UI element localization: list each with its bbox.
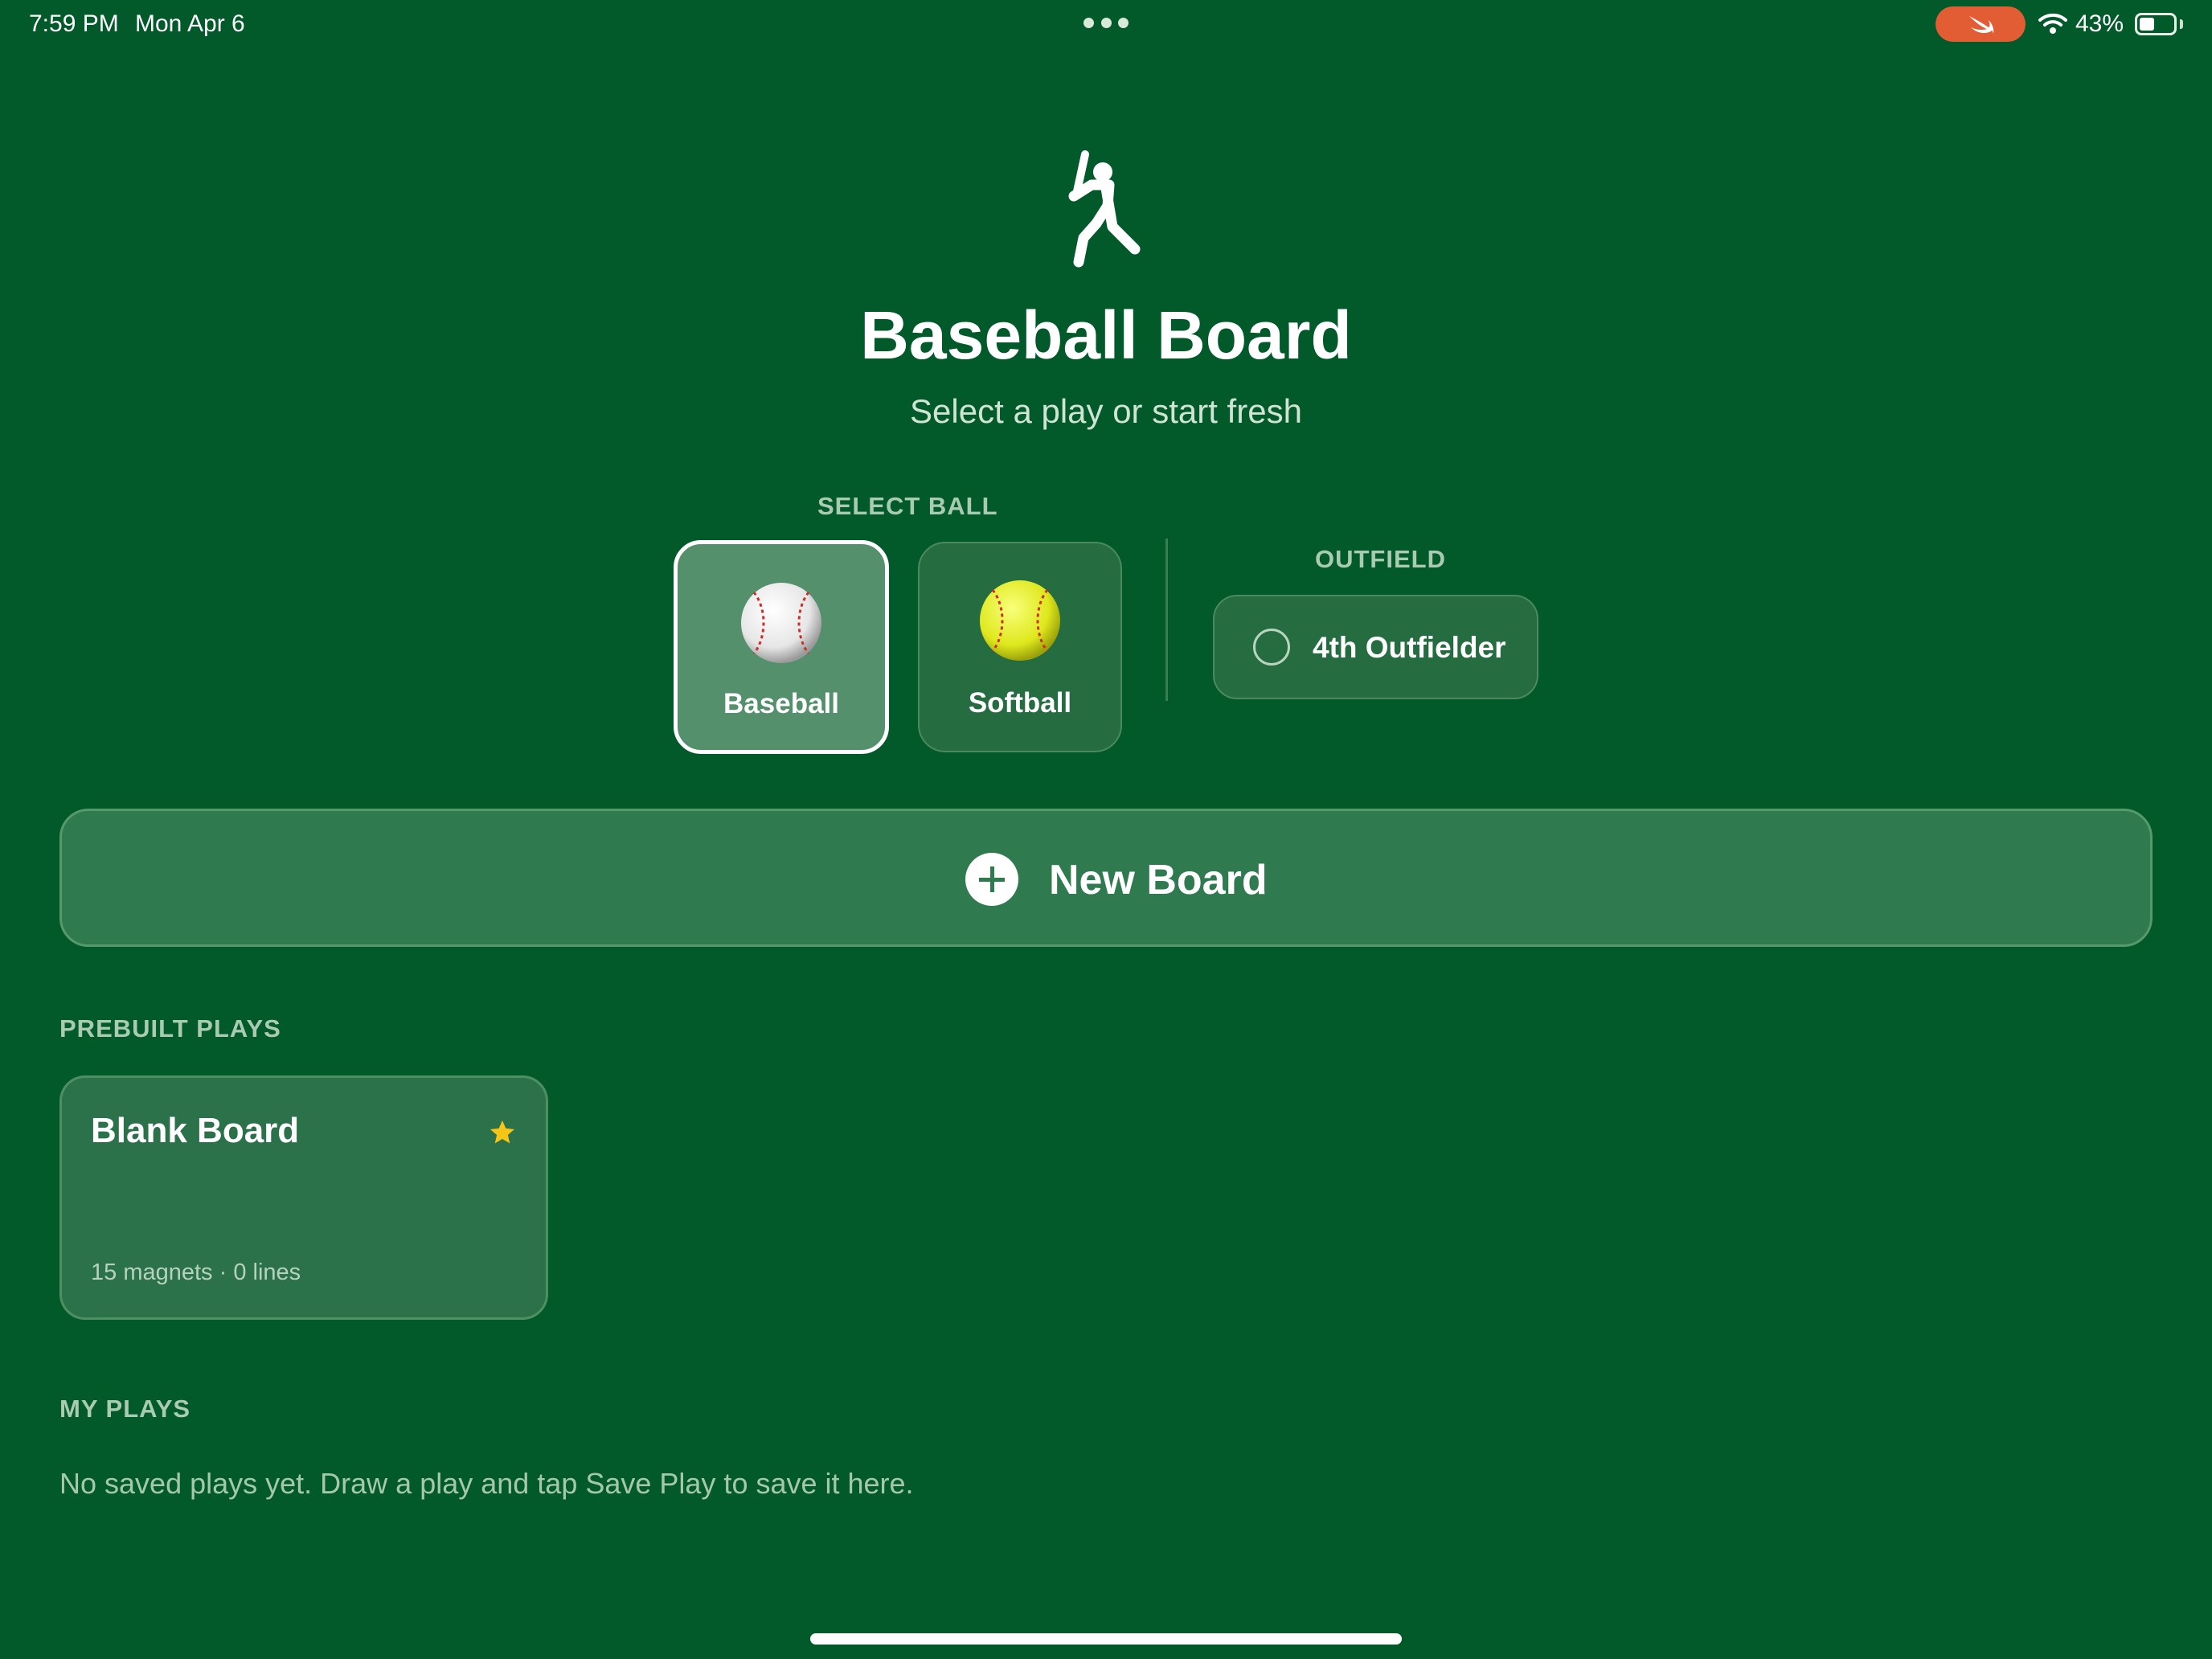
softball-icon [980,580,1060,661]
swift-icon [1969,16,1994,34]
multitasking-dots-icon[interactable] [1083,18,1129,29]
new-board-label: New Board [1049,857,1268,903]
status-time: 7:59 PM [29,10,119,37]
softball-option-label: Softball [968,687,1072,719]
softball-option-button[interactable]: Softball [918,542,1122,752]
baseball-batter-icon [1061,150,1149,274]
page-title: Baseball Board [860,297,1352,373]
my-plays-label: MY PLAYS [59,1395,191,1423]
play-title: Blank Board [91,1111,300,1150]
select-ball-label: SELECT BALL [817,492,998,520]
fourth-outfielder-toggle[interactable]: 4th Outfielder [1213,595,1538,699]
outfield-label: OUTFIELD [1315,545,1446,573]
unchecked-circle-icon [1253,629,1290,666]
page-subtitle: Select a play or start fresh [910,392,1302,430]
baseball-option-label: Baseball [723,688,839,719]
swift-playgrounds-indicator[interactable] [1936,6,2026,42]
status-date: Mon Apr 6 [135,10,245,37]
baseball-option-button[interactable]: Baseball [674,540,889,754]
play-card-blank-board[interactable]: Blank Board 15 magnets · 0 lines [59,1075,548,1320]
new-board-button[interactable]: New Board [59,809,2153,947]
fourth-outfielder-label: 4th Outfielder [1313,631,1506,664]
star-icon [488,1118,517,1151]
baseball-icon [741,583,821,663]
home-indicator[interactable] [810,1633,1402,1645]
prebuilt-plays-label: PREBUILT PLAYS [59,1014,281,1043]
plus-circle-icon [965,853,1018,906]
play-meta: 15 magnets · 0 lines [91,1260,301,1285]
divider [1165,539,1168,701]
battery-percentage: 43% [2075,10,2124,37]
battery-icon [2135,13,2177,35]
battery-cap [2180,19,2183,29]
wifi-icon [2038,11,2067,39]
my-plays-empty-text: No saved plays yet. Draw a play and tap … [59,1467,914,1500]
